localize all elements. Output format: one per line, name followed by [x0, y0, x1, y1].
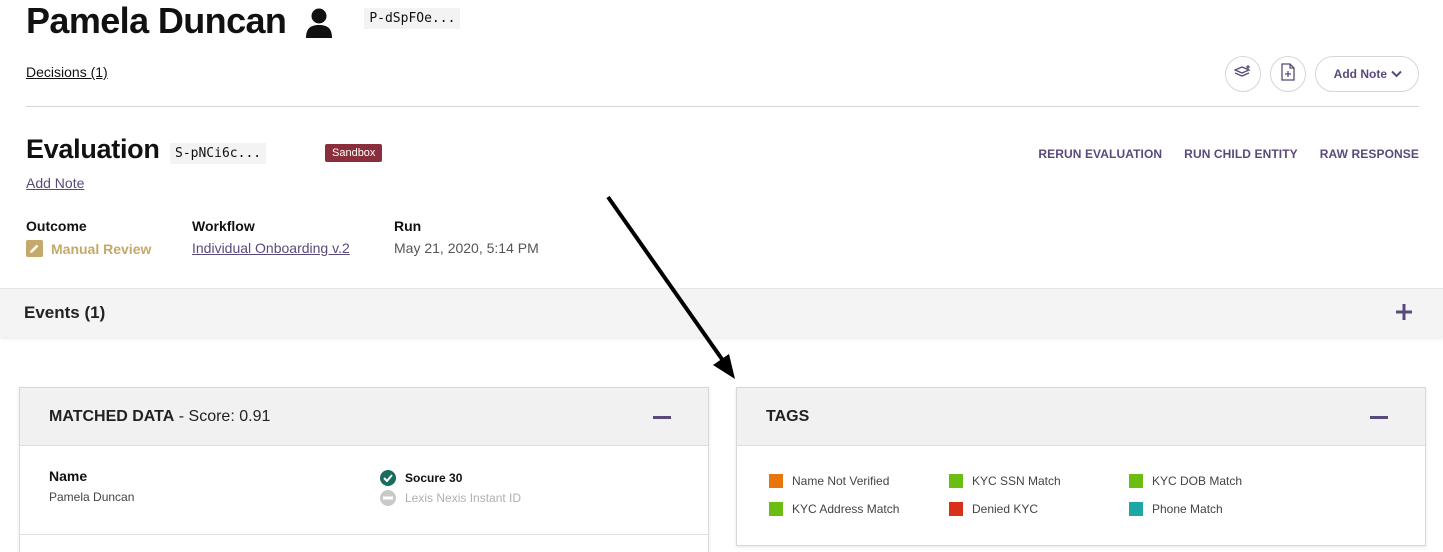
outcome-field: Outcome Manual Review	[26, 218, 151, 257]
tags-panel: TAGS Name Not Verified KYC SSN Match KYC…	[736, 387, 1426, 546]
outcome-text: Manual Review	[51, 240, 152, 257]
tag-label: Denied KYC	[972, 502, 1039, 516]
source-label: Lexis Nexis Instant ID	[405, 491, 522, 505]
add-layer-button[interactable]	[1224, 56, 1261, 92]
run-label: Run	[394, 218, 422, 234]
tag-item: KYC DOB Match	[1129, 474, 1309, 488]
source-label: Socure 30	[405, 471, 463, 485]
workflow-label: Workflow	[192, 218, 255, 234]
evaluation-id-chip[interactable]: S-pNCi6c...	[170, 143, 267, 164]
matched-data-score: - Score: 0.91	[174, 408, 271, 425]
entity-header: Pamela Duncan P-dSpFOe...	[26, 0, 461, 42]
entity-name: Pamela Duncan	[26, 0, 287, 41]
tag-item: KYC SSN Match	[949, 474, 1129, 488]
expand-plus-icon[interactable]	[1395, 303, 1413, 326]
tags-header: TAGS	[737, 388, 1425, 446]
matched-field-label: Name	[49, 468, 88, 484]
evaluation-add-note-link[interactable]: Add Note	[26, 175, 84, 191]
workflow-link[interactable]: Individual Onboarding v.2	[192, 240, 350, 256]
events-bar[interactable]: Events (1)	[0, 288, 1443, 337]
decisions-link[interactable]: Decisions (1)	[26, 64, 108, 80]
entity-id-chip[interactable]: P-dSpFOe...	[364, 7, 461, 29]
tag-color-swatch	[1129, 474, 1143, 488]
add-note-label: Add Note	[1333, 67, 1387, 81]
events-title: Events (1)	[24, 303, 106, 322]
header-divider	[26, 106, 1419, 107]
tag-label: Phone Match	[1152, 502, 1223, 516]
run-value: May 21, 2020, 5:14 PM	[394, 240, 539, 256]
tag-color-swatch	[1129, 502, 1143, 516]
tag-item: Name Not Verified	[769, 474, 949, 488]
outcome-label: Outcome	[26, 218, 87, 234]
row-divider	[20, 534, 708, 535]
source-item: Lexis Nexis Instant ID	[380, 488, 521, 508]
person-icon	[306, 8, 333, 38]
matched-field-value: Pamela Duncan	[49, 490, 135, 504]
tag-label: KYC DOB Match	[1152, 474, 1243, 488]
workflow-field: Workflow Individual Onboarding v.2	[192, 218, 350, 256]
run-child-entity-button[interactable]: RUN CHILD ENTITY	[1184, 147, 1298, 161]
pencil-icon	[26, 240, 43, 257]
collapse-minus-icon[interactable]	[1370, 416, 1388, 419]
tag-color-swatch	[949, 502, 963, 516]
tag-color-swatch	[769, 502, 783, 516]
tags-grid: Name Not Verified KYC SSN Match KYC DOB …	[769, 474, 1309, 516]
add-note-dropdown-button[interactable]: Add Note	[1314, 56, 1419, 92]
tag-color-swatch	[949, 474, 963, 488]
layers-plus-icon	[1233, 64, 1252, 85]
tag-item: Denied KYC	[949, 502, 1129, 516]
collapse-minus-icon[interactable]	[653, 416, 671, 419]
run-field: Run May 21, 2020, 5:14 PM	[394, 218, 539, 256]
tag-label: KYC Address Match	[792, 502, 900, 516]
evaluation-title: Evaluation	[26, 134, 160, 164]
top-actions: Add Note	[1224, 56, 1419, 92]
add-document-button[interactable]	[1269, 56, 1306, 92]
matched-data-header: MATCHED DATA - Score: 0.91	[20, 388, 708, 446]
tag-color-swatch	[769, 474, 783, 488]
check-circle-icon	[380, 470, 396, 486]
rerun-evaluation-button[interactable]: RERUN EVALUATION	[1038, 147, 1162, 161]
tag-item: KYC Address Match	[769, 502, 949, 516]
matched-sources: Socure 30 Lexis Nexis Instant ID	[380, 468, 521, 508]
sandbox-badge: Sandbox	[325, 144, 383, 162]
evaluation-actions: RERUN EVALUATION RUN CHILD ENTITY RAW RE…	[1038, 147, 1419, 161]
matched-row: Name Pamela Duncan Socure 30 Lexis Nexis…	[49, 468, 689, 506]
tag-label: Name Not Verified	[792, 474, 890, 488]
matched-data-title-text: MATCHED DATA	[49, 408, 175, 425]
tag-item: Phone Match	[1129, 502, 1309, 516]
source-item: Socure 30	[380, 468, 521, 488]
tag-label: KYC SSN Match	[972, 474, 1061, 488]
matched-data-title: MATCHED DATA - Score: 0.91	[49, 408, 270, 426]
outcome-value: Manual Review	[26, 240, 151, 257]
chevron-down-icon	[1391, 67, 1402, 81]
file-plus-icon	[1281, 62, 1295, 86]
minus-circle-icon	[380, 490, 396, 506]
tags-title: TAGS	[766, 408, 809, 426]
raw-response-button[interactable]: RAW RESPONSE	[1320, 147, 1419, 161]
tags-title-text: TAGS	[766, 408, 810, 425]
matched-data-panel: MATCHED DATA - Score: 0.91 Name Pamela D…	[19, 387, 709, 552]
